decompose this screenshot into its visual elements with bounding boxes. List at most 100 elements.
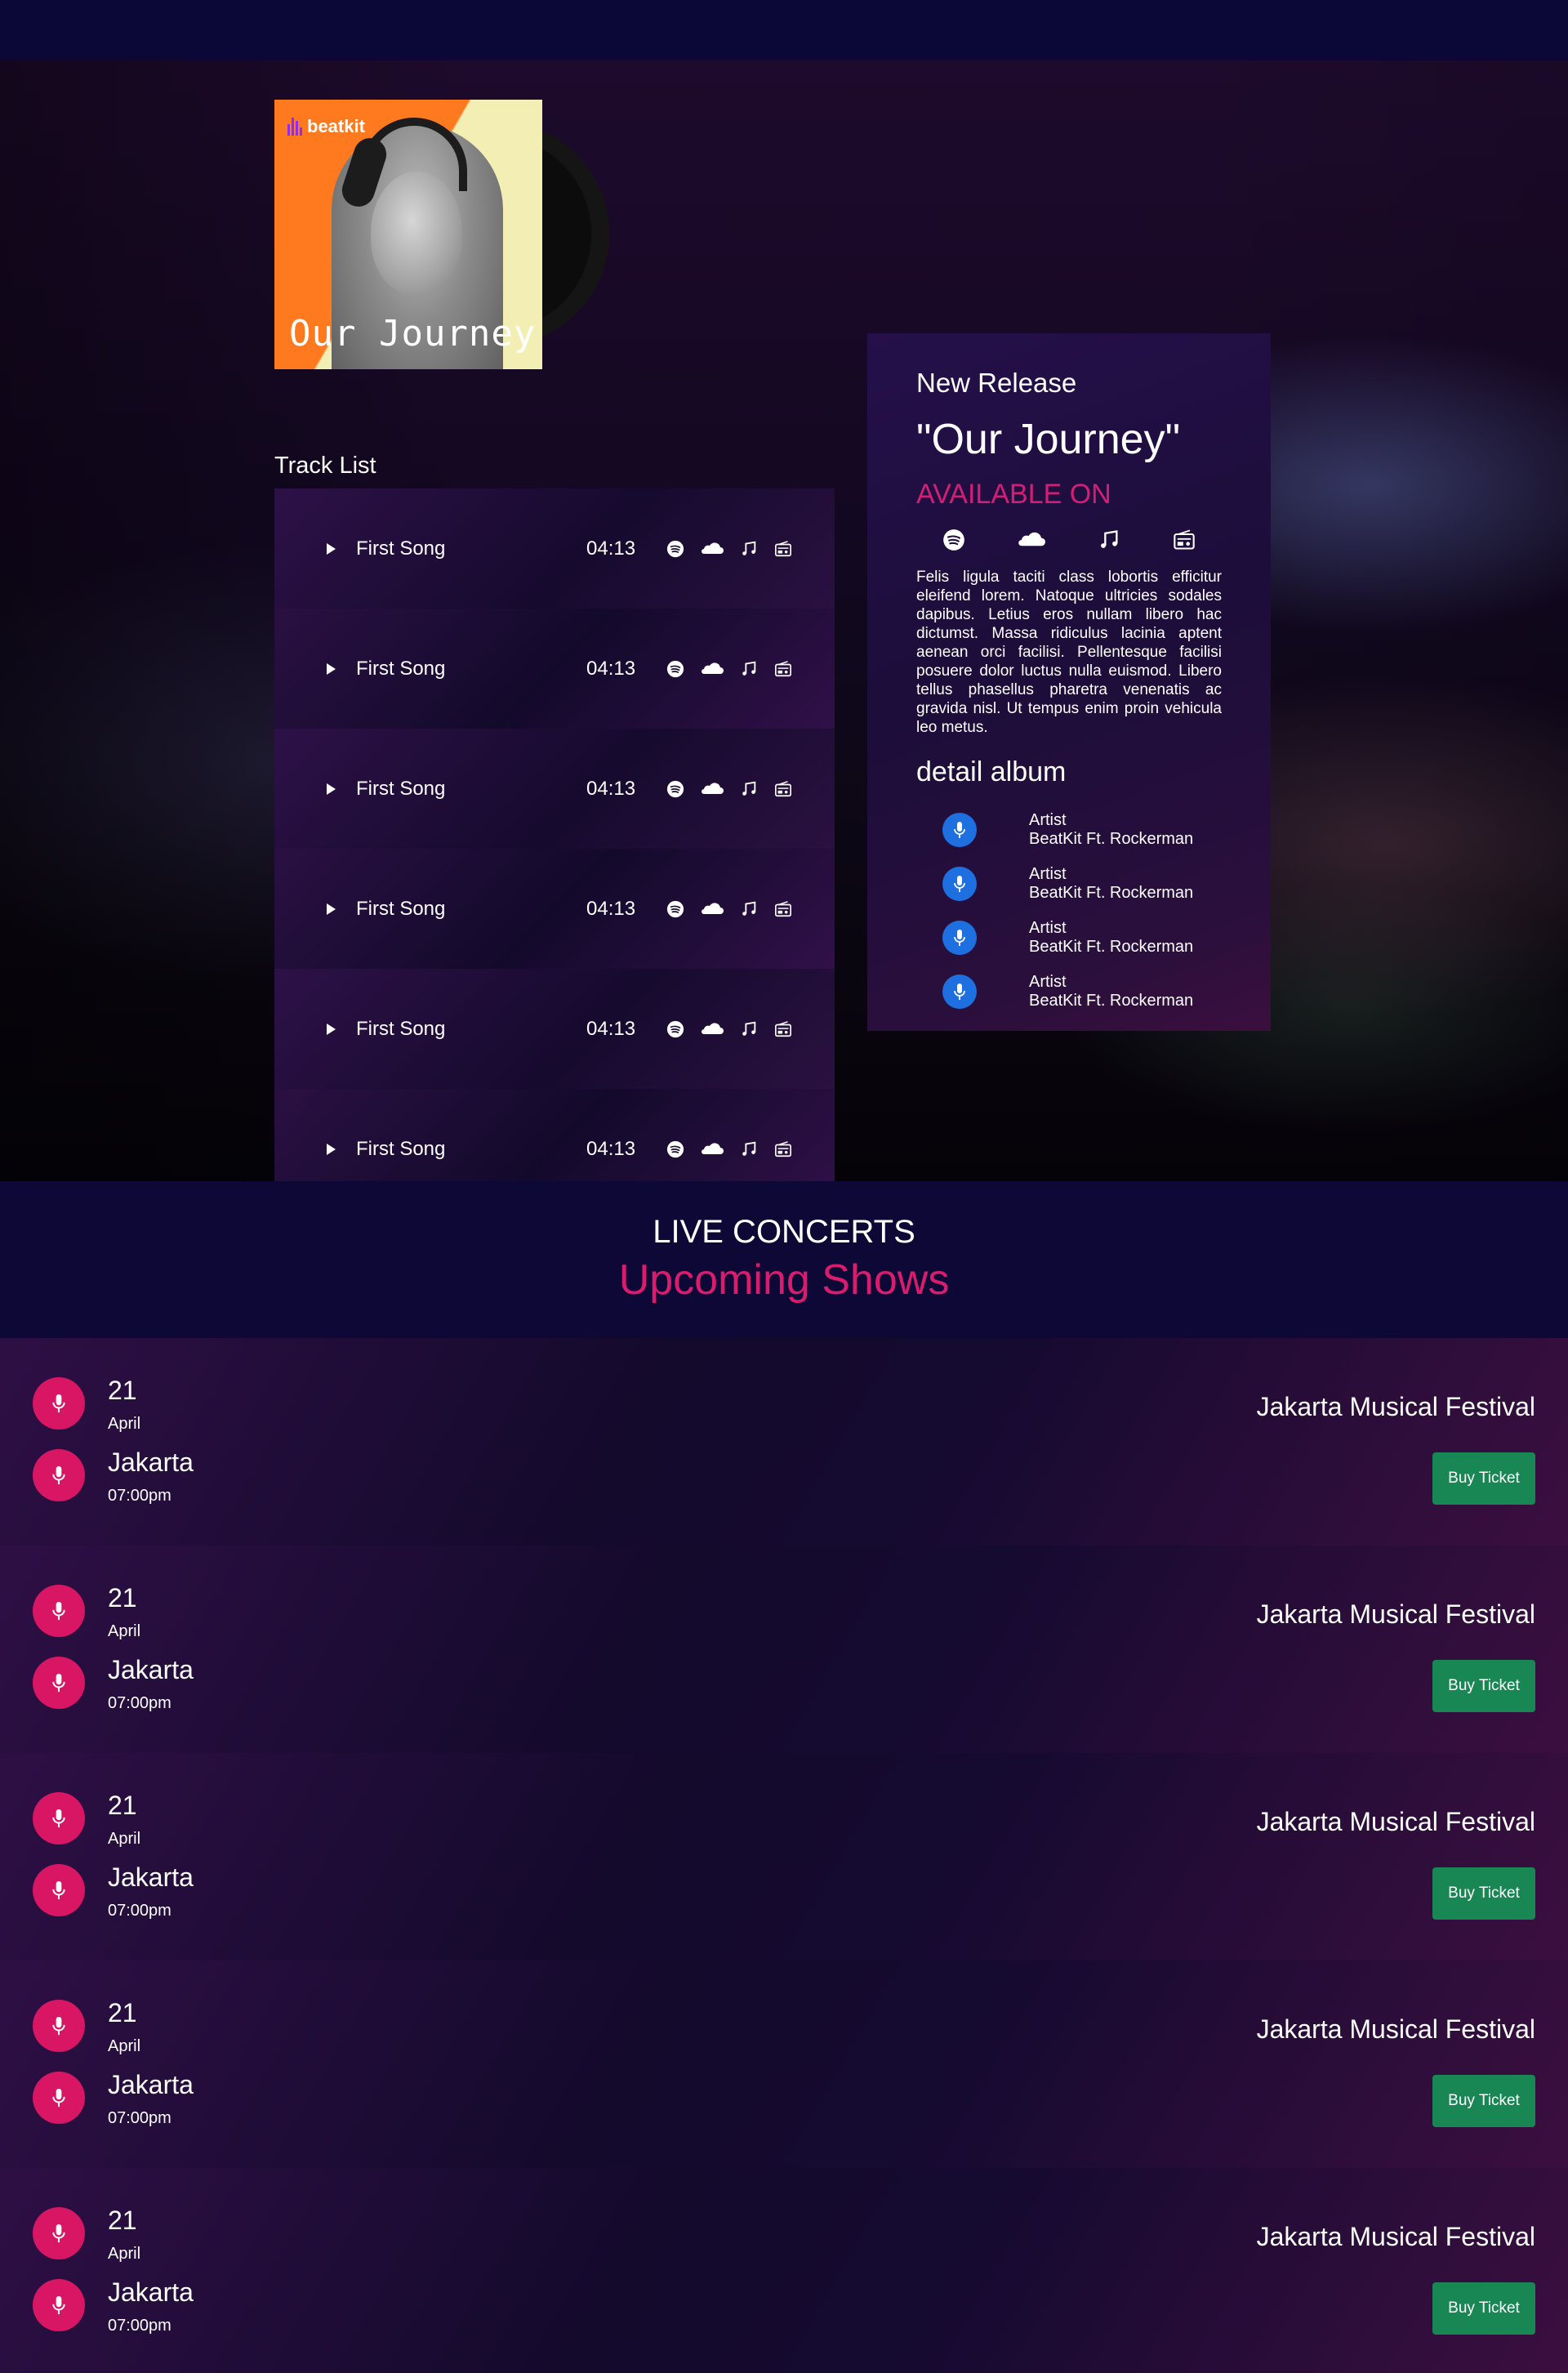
show-time: 07:00pm: [108, 2109, 172, 2127]
release-kicker: New Release: [916, 368, 1077, 398]
show-day: 21: [108, 1376, 137, 1405]
play-icon[interactable]: [327, 903, 336, 915]
soundcloud-icon[interactable]: [1018, 529, 1045, 551]
brand-name: beatkit: [307, 116, 365, 136]
radio-icon[interactable]: [1173, 529, 1196, 551]
soundcloud-icon[interactable]: [701, 1140, 724, 1158]
show-time: 07:00pm: [108, 1487, 172, 1505]
music-note-icon[interactable]: [740, 660, 758, 678]
soundcloud-icon[interactable]: [701, 660, 724, 678]
radio-icon[interactable]: [774, 780, 792, 798]
microphone-icon: [942, 813, 977, 847]
show-time: 07:00pm: [108, 2317, 172, 2335]
artist-value: BeatKit Ft. Rockerman: [1029, 884, 1194, 902]
track-name: First Song: [356, 897, 446, 920]
play-icon[interactable]: [327, 662, 336, 675]
track-platforms: [666, 1140, 792, 1158]
show-time: 07:00pm: [108, 1694, 172, 1712]
show-row: 21 April Jakarta 07:00pm Jakarta Musical…: [0, 1753, 1568, 1960]
music-note-icon[interactable]: [740, 1020, 758, 1038]
track-platforms: [666, 780, 792, 798]
track-duration: 04:13: [586, 657, 636, 680]
music-note-icon[interactable]: [1098, 529, 1120, 551]
music-note-icon[interactable]: [740, 900, 758, 918]
spotify-icon[interactable]: [666, 540, 684, 558]
microphone-icon: [33, 1377, 85, 1430]
microphone-icon: [33, 2207, 85, 2259]
track-row[interactable]: First Song 04:13: [274, 609, 835, 729]
track-platforms: [666, 1020, 792, 1038]
track-row[interactable]: First Song 04:13: [274, 488, 835, 609]
show-row: 21 April Jakarta 07:00pm Jakarta Musical…: [0, 1546, 1568, 1753]
spotify-icon[interactable]: [666, 900, 684, 918]
music-note-icon[interactable]: [740, 1140, 758, 1158]
upcoming-shows-heading: Upcoming Shows: [618, 1256, 950, 1304]
track-row[interactable]: First Song 04:13: [274, 849, 835, 969]
show-month: April: [108, 1415, 141, 1433]
track-row[interactable]: First Song 04:13: [274, 1089, 835, 1181]
album-cover: beatkit Our Journey: [274, 100, 542, 369]
radio-icon[interactable]: [774, 1020, 792, 1038]
play-icon[interactable]: [327, 1143, 336, 1155]
artist-item: Artist BeatKit Ft. Rockerman: [916, 857, 1222, 911]
soundcloud-icon[interactable]: [701, 1020, 724, 1038]
play-icon[interactable]: [327, 1023, 336, 1035]
artist-value: BeatKit Ft. Rockerman: [1029, 992, 1194, 1010]
play-icon[interactable]: [327, 783, 336, 795]
track-duration: 04:13: [586, 537, 636, 560]
music-note-icon[interactable]: [740, 540, 758, 558]
show-month: April: [108, 2245, 141, 2263]
spotify-icon[interactable]: [942, 529, 965, 551]
microphone-icon: [33, 1657, 85, 1709]
show-city: Jakarta: [108, 1862, 194, 1892]
show-city: Jakarta: [108, 2277, 194, 2307]
buy-ticket-button[interactable]: Buy Ticket: [1432, 1660, 1535, 1712]
show-day: 21: [108, 1791, 137, 1820]
track-row[interactable]: First Song 04:13: [274, 969, 835, 1089]
buy-ticket-button[interactable]: Buy Ticket: [1432, 1867, 1535, 1920]
hero-section: beatkit Our Journey Track List First Son…: [0, 60, 1568, 1181]
spotify-icon[interactable]: [666, 1140, 684, 1158]
track-name: First Song: [356, 657, 446, 680]
music-note-icon[interactable]: [740, 780, 758, 798]
track-duration: 04:13: [586, 897, 636, 920]
radio-icon[interactable]: [774, 900, 792, 918]
microphone-icon: [33, 2279, 85, 2331]
show-month: April: [108, 1830, 141, 1848]
artist-text: Artist BeatKit Ft. Rockerman: [1029, 973, 1193, 1010]
show-event-name: Jakarta Musical Festival: [1256, 1807, 1535, 1836]
release-description: Felis ligula taciti class lobortis effic…: [916, 569, 1222, 736]
track-duration: 04:13: [586, 777, 636, 800]
radio-icon[interactable]: [774, 660, 792, 678]
radio-icon[interactable]: [774, 540, 792, 558]
buy-ticket-button[interactable]: Buy Ticket: [1432, 2282, 1535, 2335]
show-event-name: Jakarta Musical Festival: [1256, 1392, 1535, 1421]
detail-album-heading: detail album: [916, 756, 1067, 787]
show-row: 21 April Jakarta 07:00pm Jakarta Musical…: [0, 2168, 1568, 2373]
artist-item: Artist BeatKit Ft. Rockerman: [916, 911, 1222, 965]
show-month: April: [108, 1622, 141, 1640]
microphone-icon: [942, 867, 977, 901]
track-name: First Song: [356, 1137, 446, 1160]
play-icon[interactable]: [327, 542, 336, 555]
show-city: Jakarta: [108, 2070, 194, 2099]
track-name: First Song: [356, 1017, 446, 1040]
release-title: "Our Journey": [916, 416, 1181, 463]
spotify-icon[interactable]: [666, 780, 684, 798]
buy-ticket-button[interactable]: Buy Ticket: [1432, 2075, 1535, 2127]
spotify-icon[interactable]: [666, 1020, 684, 1038]
track-row[interactable]: First Song 04:13: [274, 729, 835, 849]
spotify-icon[interactable]: [666, 660, 684, 678]
soundcloud-icon[interactable]: [701, 540, 724, 558]
soundcloud-icon[interactable]: [701, 780, 724, 798]
microphone-icon: [33, 2072, 85, 2124]
show-event-name: Jakarta Musical Festival: [1256, 2014, 1535, 2044]
show-day: 21: [108, 1583, 137, 1612]
buy-ticket-button[interactable]: Buy Ticket: [1432, 1452, 1535, 1505]
show-city: Jakarta: [108, 1447, 194, 1477]
radio-icon[interactable]: [774, 1140, 792, 1158]
artist-value: BeatKit Ft. Rockerman: [1029, 830, 1194, 848]
new-release-card: New Release "Our Journey" AVAILABLE ON F…: [867, 333, 1271, 1031]
soundcloud-icon[interactable]: [701, 900, 724, 918]
artist-label: Artist: [1029, 811, 1067, 829]
